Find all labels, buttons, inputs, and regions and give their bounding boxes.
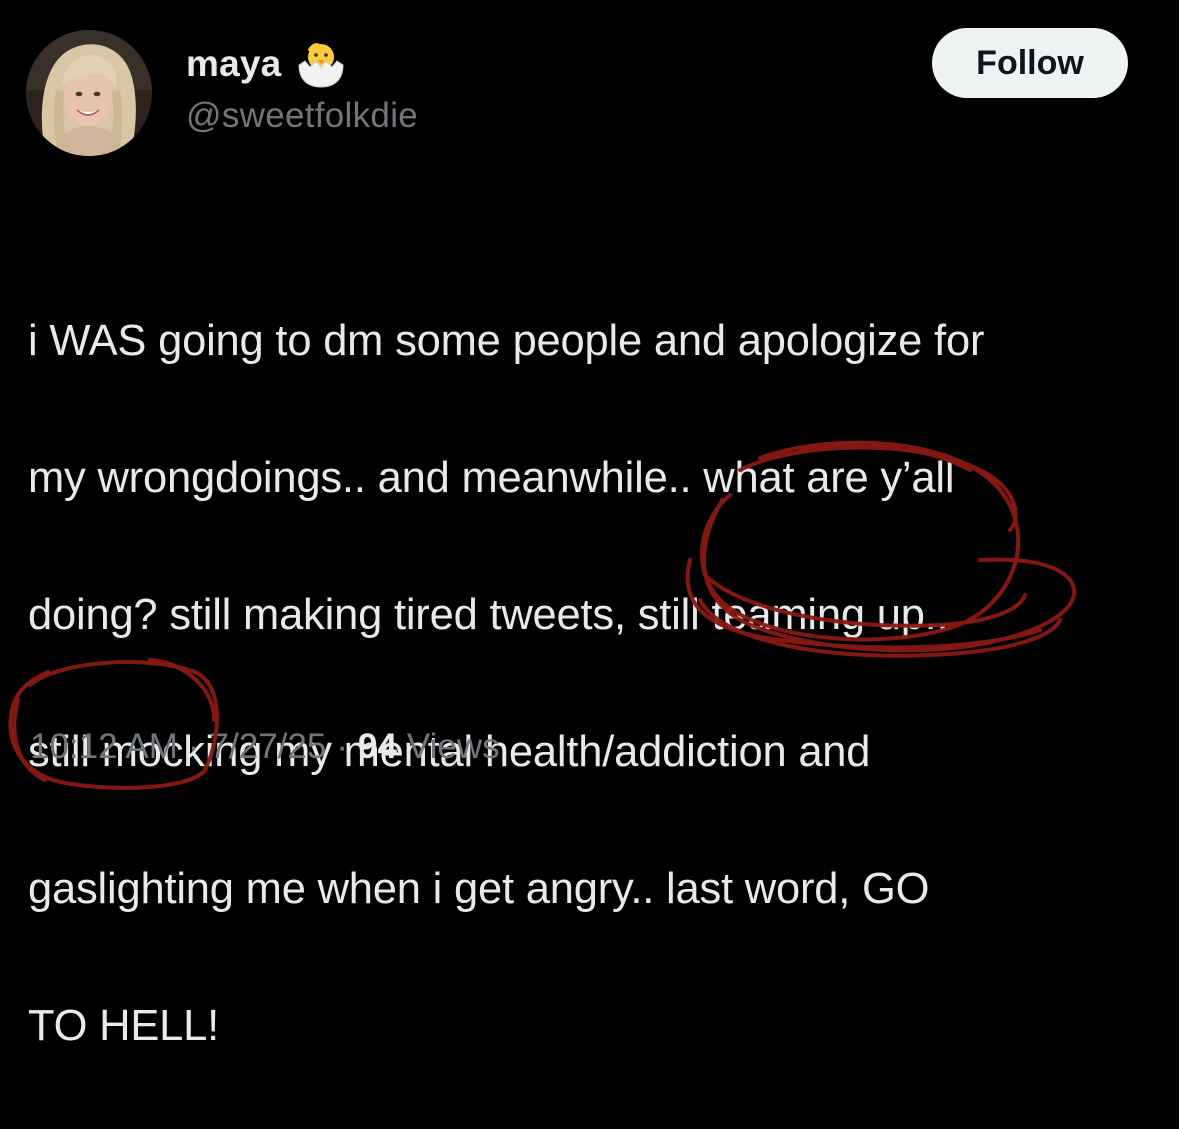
tweet-text-line: gaslighting me when i get angry.. last w… [28,864,930,913]
tweet-text-line: my wrongdoings.. and meanwhile.. what ar… [28,453,955,502]
user-handle[interactable]: @sweetfolkdie [186,96,418,136]
tweet-meta: 10:12 AM · 7/27/25 · 94 Views [30,727,500,767]
tweet-text-line: i WAS going to dm some people and apolog… [28,316,985,365]
avatar-photo [26,30,152,156]
views-count[interactable]: 94 [358,727,397,767]
tweet-text: i WAS going to dm some people and apolog… [28,238,1168,1129]
follow-button[interactable]: Follow [932,28,1128,98]
tweet-card: maya @sweetfolkdie Follow i WAS going to… [0,0,1179,1050]
hatching-chick-icon [295,39,347,89]
avatar[interactable] [26,30,152,156]
tweet-date[interactable]: 7/27/25 [210,727,327,767]
tweet-time[interactable]: 10:12 AM [30,727,178,767]
tweet-text-line: TO HELL! [28,1001,220,1050]
display-name-row: maya [186,40,347,88]
views-label: Views [406,727,500,766]
meta-separator: · [187,727,200,766]
tweet-text-line: doing? still making tired tweets, still … [28,590,949,639]
display-name[interactable]: maya [186,43,281,85]
meta-separator: · [336,727,348,766]
